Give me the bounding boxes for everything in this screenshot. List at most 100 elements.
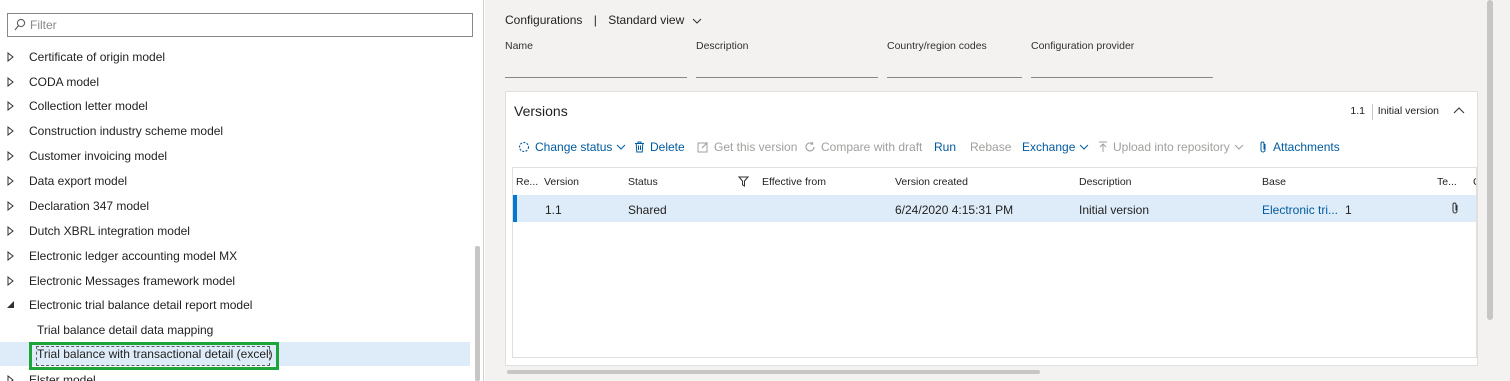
page-title: Configurations (505, 13, 583, 27)
tree-node[interactable]: Data export model (0, 169, 470, 193)
tree-node[interactable]: CODA model (0, 70, 470, 94)
provider-field[interactable] (1031, 77, 1213, 78)
run-button[interactable]: Run (934, 139, 956, 155)
tree-node[interactable]: Declaration 347 model (0, 194, 470, 218)
column-header-c[interactable]: C (1473, 176, 1476, 188)
filter-box[interactable] (7, 13, 473, 37)
current-version: 1.1 (1350, 105, 1365, 117)
chevron-down-icon (692, 18, 701, 24)
tree-node-label: Certificate of origin model (29, 50, 166, 64)
tree-node-label: Elster model (29, 373, 96, 381)
exchange-button[interactable]: Exchange (1022, 139, 1094, 155)
column-header-base[interactable]: Base (1262, 176, 1286, 188)
refresh-icon (805, 141, 815, 152)
column-header-description[interactable]: Description (1079, 176, 1132, 188)
filter-icon[interactable] (738, 176, 749, 187)
tree-node-label: Electronic trial balance detail report m… (29, 298, 253, 312)
paperclip-icon (1260, 141, 1266, 153)
row-selection-marker (513, 195, 517, 222)
tree-node-expanded[interactable]: Electronic trial balance detail report m… (0, 293, 470, 317)
change-status-button[interactable]: Change status (518, 139, 631, 155)
column-header-re[interactable]: Re... (516, 176, 538, 188)
expand-icon[interactable] (6, 52, 15, 62)
attachments-label: Attachments (1273, 140, 1340, 154)
country-field[interactable] (887, 77, 1022, 78)
exchange-label: Exchange (1022, 140, 1076, 154)
filter-input[interactable] (30, 16, 460, 34)
trash-icon (635, 141, 644, 153)
paperclip-icon[interactable] (1451, 202, 1460, 214)
cell-description: Initial version (1079, 203, 1150, 217)
description-field-label: Description (696, 40, 749, 52)
cell-version-created: 6/24/2020 4:15:31 PM (895, 203, 1014, 217)
column-header-effective-from[interactable]: Effective from (762, 176, 826, 188)
column-header-status[interactable]: Status (628, 176, 658, 188)
provider-field-label: Configuration provider (1031, 40, 1135, 52)
tree-node-label: Declaration 347 model (29, 199, 150, 213)
column-header-te[interactable]: Te... (1437, 176, 1457, 188)
description-field[interactable] (696, 77, 878, 78)
delete-label: Delete (650, 140, 685, 154)
divider (1372, 104, 1373, 120)
tree-node[interactable]: Certificate of origin model (0, 45, 470, 69)
get-this-version-button[interactable]: Get this version (697, 139, 797, 155)
rebase-button[interactable]: Rebase (970, 139, 1011, 155)
compare-with-draft-button[interactable]: Compare with draft (804, 139, 922, 155)
upload-into-repository-label: Upload into repository (1113, 140, 1230, 154)
upload-into-repository-button[interactable]: Upload into repository (1098, 139, 1249, 155)
vertical-scrollbar[interactable] (1487, 0, 1493, 320)
current-version-description: Initial version (1377, 105, 1439, 117)
tree-node[interactable]: Electronic Messages framework model (0, 269, 470, 293)
tree-node-label: Trial balance detail data mapping (37, 323, 214, 337)
tree-node-label: CODA model (29, 75, 100, 89)
details-pane: Configurations | Standard view Name Desc… (485, 0, 1510, 381)
tree-node-label: Data export model (29, 174, 128, 188)
tree-node[interactable]: Dutch XBRL integration model (0, 219, 470, 243)
tree-node[interactable]: Collection letter model (0, 94, 470, 118)
chevron-down-icon (1080, 144, 1089, 150)
column-header-version-created[interactable]: Version created (895, 176, 968, 188)
upload-icon (1099, 141, 1107, 152)
horizontal-scrollbar[interactable] (507, 370, 1040, 374)
expand-icon[interactable] (6, 77, 15, 87)
versions-title: Versions (514, 103, 568, 119)
view-selector[interactable]: Standard view (608, 13, 701, 27)
cell-status: Shared (628, 203, 667, 217)
chevron-up-icon[interactable] (1453, 106, 1465, 116)
tree-node-label: Construction industry scheme model (29, 124, 224, 138)
expand-icon[interactable] (6, 126, 15, 136)
chevron-down-icon (1234, 144, 1244, 150)
expand-icon[interactable] (6, 226, 15, 236)
attachments-button[interactable]: Attachments (1259, 139, 1340, 155)
cell-version: 1.1 (545, 203, 562, 217)
table-row[interactable]: 1.1 Shared 6/24/2020 4:15:31 PM Initial … (513, 195, 1476, 222)
expand-icon[interactable] (6, 276, 15, 286)
tree-scrollbar[interactable] (475, 246, 480, 381)
expand-icon[interactable] (6, 151, 15, 161)
breadcrumb: Configurations | Standard view (505, 13, 702, 27)
versions-card: Versions 1.1 Initial version Change stat… (505, 91, 1478, 366)
cell-base-link[interactable]: Electronic tri... (1262, 203, 1338, 217)
delete-button[interactable]: Delete (634, 139, 685, 155)
expand-icon[interactable] (6, 176, 15, 186)
tree-node-label: Electronic ledger accounting model MX (29, 249, 238, 263)
configuration-tree-pane: Certificate of origin model CODA model C… (0, 0, 484, 381)
tree-node-label: Collection letter model (29, 99, 148, 113)
chevron-down-icon (617, 144, 626, 150)
tree-node[interactable]: Construction industry scheme model (0, 119, 470, 143)
column-header-version[interactable]: Version (544, 176, 579, 188)
name-field[interactable] (505, 77, 687, 78)
tree-node-label: Electronic Messages framework model (29, 274, 236, 288)
change-status-label: Change status (535, 140, 613, 154)
expand-icon[interactable] (6, 101, 15, 111)
expand-icon[interactable] (6, 375, 15, 381)
search-icon (14, 18, 26, 31)
tree-node[interactable]: Customer invoicing model (0, 144, 470, 168)
tree-child-node[interactable]: Trial balance detail data mapping (0, 318, 470, 342)
collapse-icon[interactable] (6, 300, 15, 310)
expand-icon[interactable] (6, 251, 15, 261)
expand-icon[interactable] (6, 201, 15, 211)
sync-icon (518, 141, 530, 153)
breadcrumb-separator: | (593, 13, 597, 27)
tree-node[interactable]: Electronic ledger accounting model MX (0, 244, 470, 268)
